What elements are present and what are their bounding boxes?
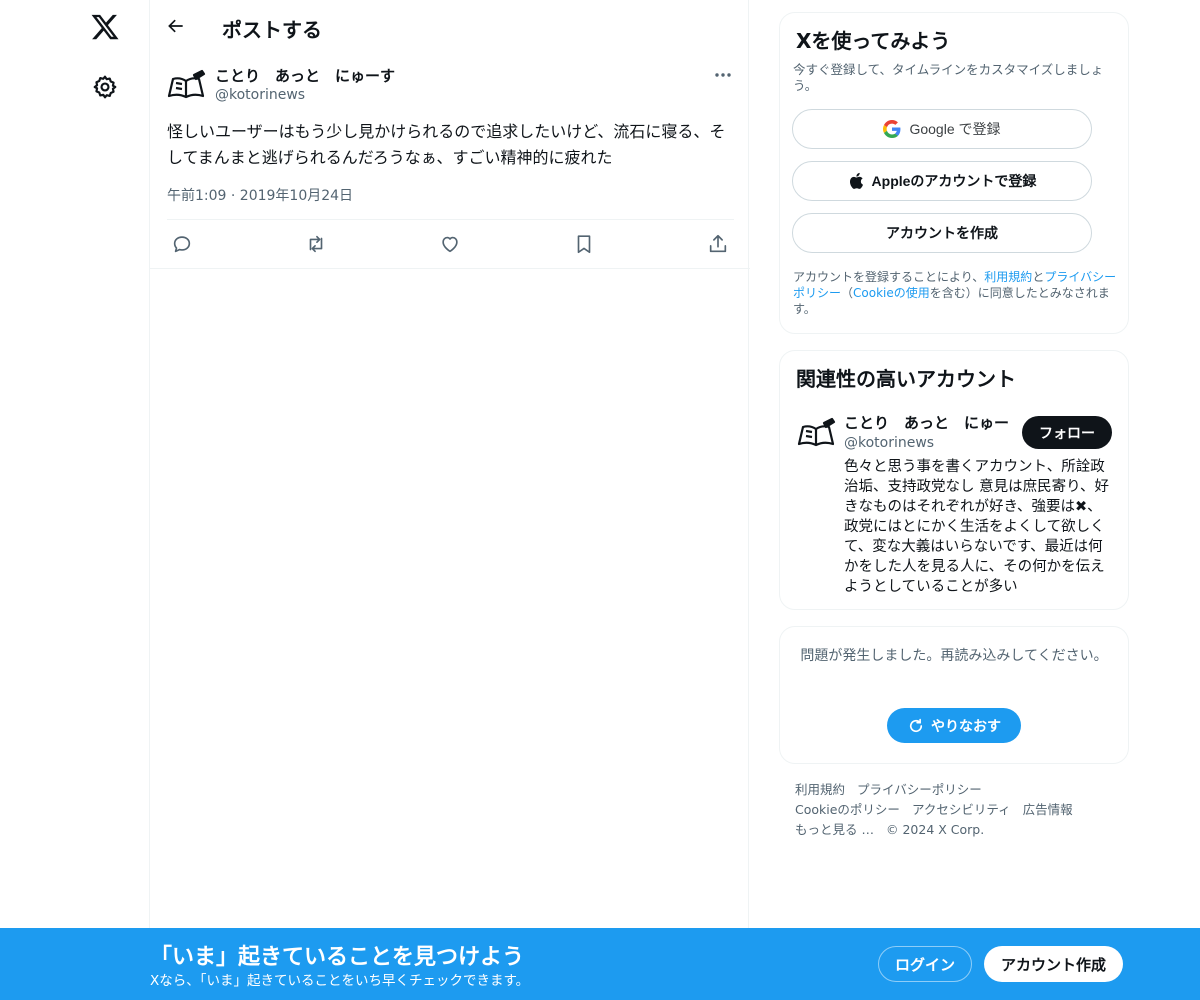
avatar[interactable] bbox=[166, 69, 206, 103]
reply-icon[interactable] bbox=[171, 233, 193, 255]
left-nav bbox=[0, 0, 150, 1000]
banner-subtitle: Xなら、「いま」起きていることをいち早くチェックできます。 bbox=[150, 973, 530, 989]
author-handle[interactable]: @kotorinews bbox=[215, 87, 305, 103]
footer-copyright: © 2024 X Corp. bbox=[885, 822, 985, 837]
error-message: 問題が発生しました。再読み込みしてください。 bbox=[800, 648, 1108, 664]
banner-title: 「いま」起きていることを見つけよう bbox=[150, 945, 525, 970]
legal-prefix: アカウントを登録することにより、 bbox=[793, 270, 985, 284]
google-icon bbox=[883, 120, 901, 138]
x-logo-icon[interactable] bbox=[90, 12, 120, 42]
post-timestamp[interactable]: 午前1:09 · 2019年10月24日 bbox=[167, 185, 353, 205]
legal-notice: アカウントを登録することにより、利用規約とプライバシーポリシー（Cookieの使… bbox=[793, 269, 1123, 317]
create-account-button[interactable]: アカウントを作成 bbox=[792, 213, 1092, 253]
avatar[interactable] bbox=[796, 417, 836, 451]
retry-label: やりなおす bbox=[931, 717, 1001, 734]
post: ことり あっと にゅーす @kotorinews 怪しいユーザーはもう少し見かけ… bbox=[150, 53, 750, 269]
terms-link[interactable]: 利用規約 bbox=[984, 270, 1032, 284]
footer-link-more[interactable]: もっと見る … bbox=[795, 822, 874, 837]
repost-icon[interactable] bbox=[305, 233, 327, 255]
back-arrow-icon[interactable] bbox=[166, 16, 186, 36]
follow-button[interactable]: フォロー bbox=[1022, 416, 1112, 449]
google-signup-label: Google で登録 bbox=[909, 121, 1001, 137]
footer-link-terms[interactable]: 利用規約 bbox=[795, 782, 845, 797]
apple-signup-label: Appleのアカウントで登録 bbox=[871, 173, 1037, 189]
divider bbox=[167, 219, 734, 220]
login-button[interactable]: ログイン bbox=[878, 946, 972, 982]
main-column: ポストする ことり あっと にゅーす @kotorinews 怪しいユーザーはも… bbox=[149, 0, 750, 1000]
related-title: 関連性の高いアカウント bbox=[796, 367, 1016, 391]
signup-subtitle: 今すぐ登録して、タイムラインをカスタマイズしましょう。 bbox=[793, 62, 1104, 93]
post-text: 怪しいユーザーはもう少し見かけられるので追求したいけど、流石に寝る、そしてまんま… bbox=[167, 122, 726, 167]
more-options-icon[interactable] bbox=[713, 65, 733, 85]
page-header: ポストする bbox=[150, 0, 750, 53]
signup-title: Xを使ってみよう bbox=[796, 29, 951, 53]
signup-card: Xを使ってみよう 今すぐ登録して、タイムラインをカスタマイズしましょう。 Goo… bbox=[779, 12, 1129, 334]
related-account-bio: 色々と思う事を書くアカウント、所詮政治垢、支持政党なし 意見は庶民寄り、好きなも… bbox=[844, 459, 1110, 595]
bookmark-icon[interactable] bbox=[573, 233, 595, 255]
apple-signup-button[interactable]: Appleのアカウントで登録 bbox=[792, 161, 1092, 201]
bottom-banner: 「いま」起きていることを見つけよう Xなら、「いま」起きていることをいち早くチェ… bbox=[0, 928, 1200, 1000]
error-card: 問題が発生しました。再読み込みしてください。 やりなおす bbox=[779, 626, 1129, 764]
refresh-icon bbox=[909, 718, 923, 732]
apple-icon bbox=[849, 172, 863, 189]
cookie-link[interactable]: Cookieの使用 bbox=[853, 286, 930, 300]
signup-button[interactable]: アカウント作成 bbox=[984, 946, 1123, 982]
related-accounts-card: 関連性の高いアカウント ことり あっと にゅー @kotorinews フォロー… bbox=[779, 350, 1129, 610]
legal-and: と bbox=[1032, 270, 1045, 284]
share-icon[interactable] bbox=[707, 233, 729, 255]
footer-links: 利用規約 プライバシーポリシー Cookieのポリシー アクセシビリティ 広告情報 も… bbox=[795, 780, 1115, 840]
author-name[interactable]: ことり あっと にゅーす bbox=[215, 65, 395, 86]
retry-button[interactable]: やりなおす bbox=[887, 708, 1021, 743]
related-account-handle[interactable]: @kotorinews bbox=[844, 435, 934, 451]
gear-icon[interactable] bbox=[92, 74, 118, 100]
footer-link-ads[interactable]: 広告情報 bbox=[1023, 802, 1073, 817]
legal-open: （ bbox=[841, 286, 854, 300]
footer-link-accessibility[interactable]: アクセシビリティ bbox=[912, 802, 1011, 817]
footer-link-privacy[interactable]: プライバシーポリシー bbox=[857, 782, 982, 797]
page-title: ポストする bbox=[222, 18, 322, 42]
google-signup-button[interactable]: Google で登録 bbox=[792, 109, 1092, 149]
like-icon[interactable] bbox=[439, 233, 461, 255]
related-account-name[interactable]: ことり あっと にゅー bbox=[844, 412, 1009, 433]
footer-link-cookie[interactable]: Cookieのポリシー bbox=[795, 802, 900, 817]
